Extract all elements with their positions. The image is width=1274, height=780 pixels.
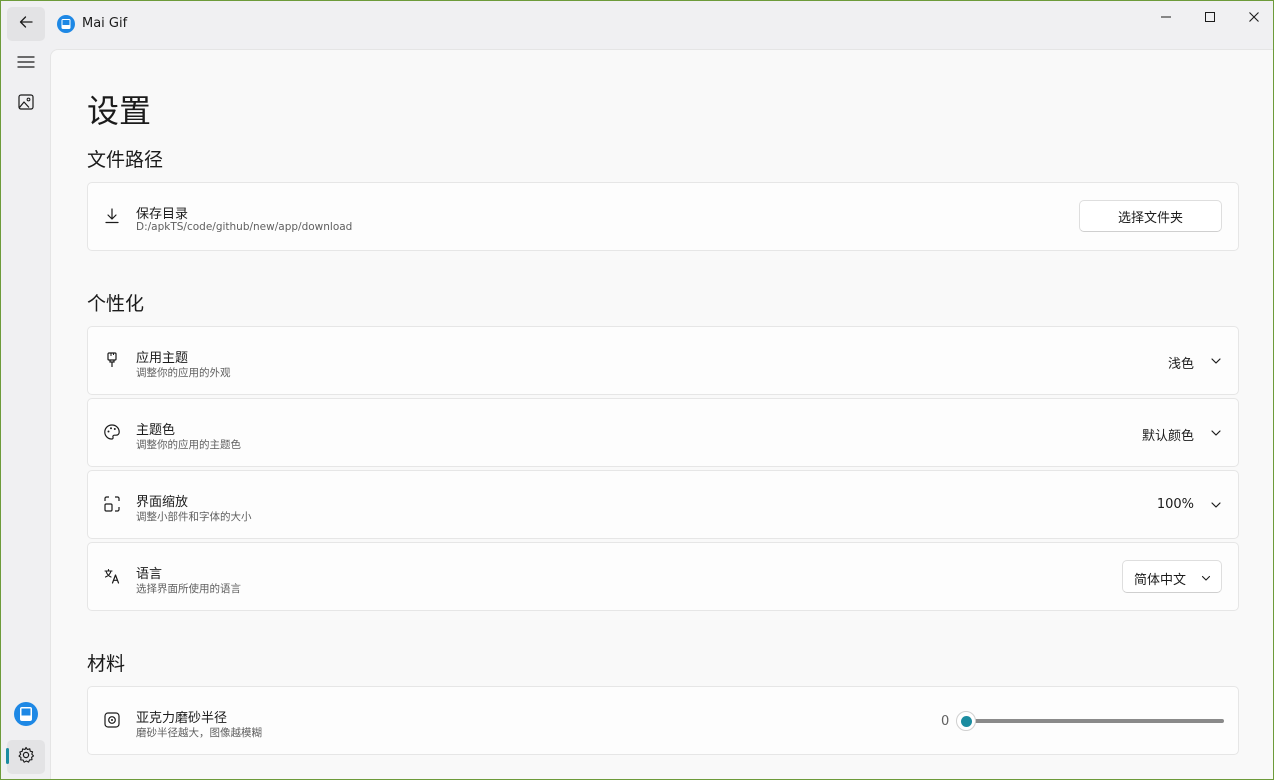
- title-bar: Mai Gif: [1, 1, 1273, 47]
- language-combobox-value: 简体中文: [1134, 573, 1187, 588]
- setting-card-theme[interactable]: 应用主题 调整你的应用的外观 浅色: [87, 326, 1239, 395]
- chevron-down-icon[interactable]: [1208, 353, 1224, 369]
- target-icon: [103, 711, 121, 729]
- nav-item-app[interactable]: [7, 699, 45, 733]
- gear-icon: [17, 746, 35, 768]
- setting-title: 应用主题: [136, 351, 189, 366]
- setting-card-accent-color[interactable]: 主题色 调整你的应用的主题色 默认颜色: [87, 398, 1239, 467]
- slider-thumb-dot: [960, 715, 972, 727]
- chevron-down-icon: [1199, 570, 1213, 584]
- nav-item-settings[interactable]: [7, 740, 45, 774]
- back-button[interactable]: [7, 7, 45, 41]
- setting-subtitle: 磨砂半径越大，图像越模糊: [136, 727, 262, 739]
- menu-toggle-button[interactable]: [7, 47, 45, 81]
- download-icon: [103, 207, 121, 225]
- setting-title: 语言: [136, 567, 163, 582]
- language-icon: [103, 567, 121, 585]
- setting-card-language: 语言 选择界面所使用的语言 简体中文: [87, 542, 1239, 611]
- section-title-personalization: 个性化: [87, 293, 145, 315]
- scale-dropdown-value[interactable]: 100%: [1157, 497, 1194, 512]
- slider-value: 0: [941, 714, 950, 729]
- slider-thumb[interactable]: [956, 711, 976, 731]
- setting-title: 主题色: [136, 423, 176, 438]
- settings-page: 设置 文件路径 保存目录 D:/apkTS/code/github/new/ap…: [50, 49, 1273, 779]
- close-button[interactable]: [1231, 1, 1273, 33]
- palette-icon: [103, 423, 121, 441]
- setting-title: 界面缩放: [136, 495, 189, 510]
- scale-icon: [103, 495, 121, 513]
- setting-subtitle: 调整你的应用的主题色: [136, 439, 241, 451]
- minimize-icon: [1160, 8, 1172, 27]
- setting-subtitle: 选择界面所使用的语言: [136, 583, 241, 595]
- app-title: Mai Gif: [82, 16, 128, 31]
- maximize-icon: [1204, 8, 1216, 27]
- image-icon: [17, 93, 35, 115]
- setting-subtitle: 调整你的应用的外观: [136, 367, 231, 379]
- chevron-down-icon[interactable]: [1208, 425, 1224, 441]
- setting-title: 亚克力磨砂半径: [136, 711, 228, 726]
- slider-track[interactable]: [968, 719, 1224, 723]
- hamburger-menu-icon: [17, 54, 35, 74]
- page-title: 设置: [87, 92, 152, 130]
- setting-subtitle: D:/apkTS/code/github/new/app/download: [136, 221, 353, 233]
- accent-color-dropdown-value[interactable]: 默认颜色: [1142, 425, 1194, 444]
- close-icon: [1248, 8, 1260, 27]
- setting-card-scale[interactable]: 界面缩放 调整小部件和字体的大小 100%: [87, 470, 1239, 539]
- brush-icon: [103, 351, 121, 369]
- choose-folder-button[interactable]: 选择文件夹: [1079, 200, 1222, 232]
- app-window: Mai Gif 设置 文件路径 保存目录 D:/apkTS/code/githu…: [0, 0, 1274, 780]
- setting-subtitle: 调整小部件和字体的大小: [136, 511, 252, 523]
- app-logo-icon: [57, 15, 75, 33]
- arrow-left-icon: [18, 14, 34, 34]
- minimize-button[interactable]: [1143, 1, 1189, 33]
- selection-indicator: [6, 748, 9, 764]
- setting-title: 保存目录: [136, 207, 189, 222]
- nav-item-gallery[interactable]: [7, 87, 45, 121]
- language-combobox[interactable]: 简体中文: [1122, 560, 1222, 593]
- section-title-file-path: 文件路径: [87, 149, 164, 171]
- theme-dropdown-value[interactable]: 浅色: [1168, 353, 1194, 372]
- chevron-down-icon[interactable]: [1208, 497, 1224, 513]
- maximize-button[interactable]: [1187, 1, 1233, 33]
- app-logo-icon: [14, 702, 38, 730]
- setting-card-save-dir: 保存目录 D:/apkTS/code/github/new/app/downlo…: [87, 182, 1239, 251]
- setting-card-blur-radius: 亚克力磨砂半径 磨砂半径越大，图像越模糊 0: [87, 686, 1239, 755]
- section-title-material: 材料: [87, 653, 126, 675]
